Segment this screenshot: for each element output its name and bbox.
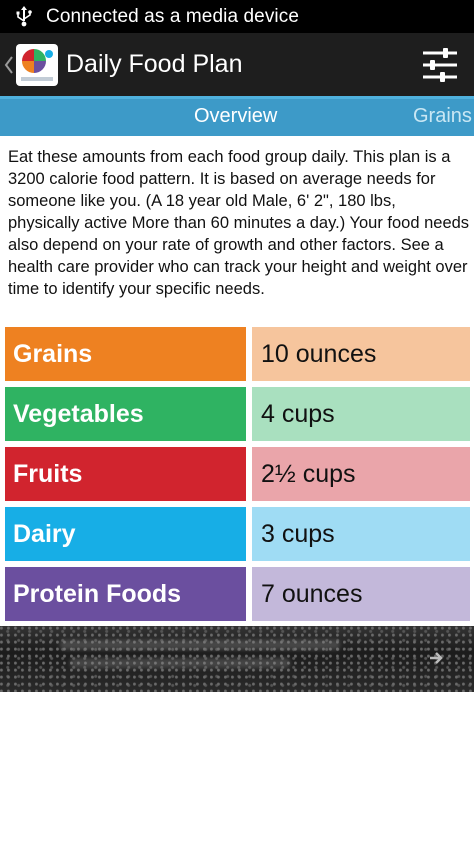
ad-blurred-text <box>70 658 290 668</box>
food-group-list: Grains 10 ounces Vegetables 4 cups Fruit… <box>5 327 470 627</box>
food-group-row-protein-foods[interactable]: Protein Foods 7 ounces <box>5 567 470 621</box>
usb-icon <box>16 5 32 26</box>
food-group-row-fruits[interactable]: Fruits 2½ cups <box>5 447 470 501</box>
sliders-icon[interactable] <box>420 45 460 85</box>
food-group-row-vegetables[interactable]: Vegetables 4 cups <box>5 387 470 441</box>
status-text: Connected as a media device <box>46 5 300 27</box>
intro-text: Eat these amounts from each food group d… <box>8 148 470 298</box>
food-group-amount: 3 cups <box>252 507 470 561</box>
food-group-name: Fruits <box>5 447 246 501</box>
food-group-row-dairy[interactable]: Dairy 3 cups <box>5 507 470 561</box>
food-group-amount: 10 ounces <box>252 327 470 381</box>
chevron-left-icon[interactable] <box>3 53 15 77</box>
tab-grains[interactable]: Grains <box>413 105 472 128</box>
page-title: Daily Food Plan <box>66 50 243 78</box>
food-group-name: Vegetables <box>5 387 246 441</box>
food-group-name: Protein Foods <box>5 567 246 621</box>
food-group-row-grains[interactable]: Grains 10 ounces <box>5 327 470 381</box>
food-group-amount: 7 ounces <box>252 567 470 621</box>
ad-arrow-icon[interactable] <box>426 648 446 668</box>
food-group-amount: 4 cups <box>252 387 470 441</box>
food-group-amount: 2½ cups <box>252 447 470 501</box>
tab-strip: Overview Grains <box>0 96 474 136</box>
food-group-name: Grains <box>5 327 246 381</box>
food-group-name: Dairy <box>5 507 246 561</box>
app-logo[interactable] <box>16 43 58 86</box>
banner-ad[interactable] <box>0 626 474 692</box>
status-bar: Connected as a media device <box>0 0 474 33</box>
ad-blurred-text <box>60 640 340 650</box>
myplate-logo <box>21 48 53 81</box>
tab-overview[interactable]: Overview <box>194 105 277 128</box>
action-bar: Daily Food Plan <box>0 33 474 96</box>
